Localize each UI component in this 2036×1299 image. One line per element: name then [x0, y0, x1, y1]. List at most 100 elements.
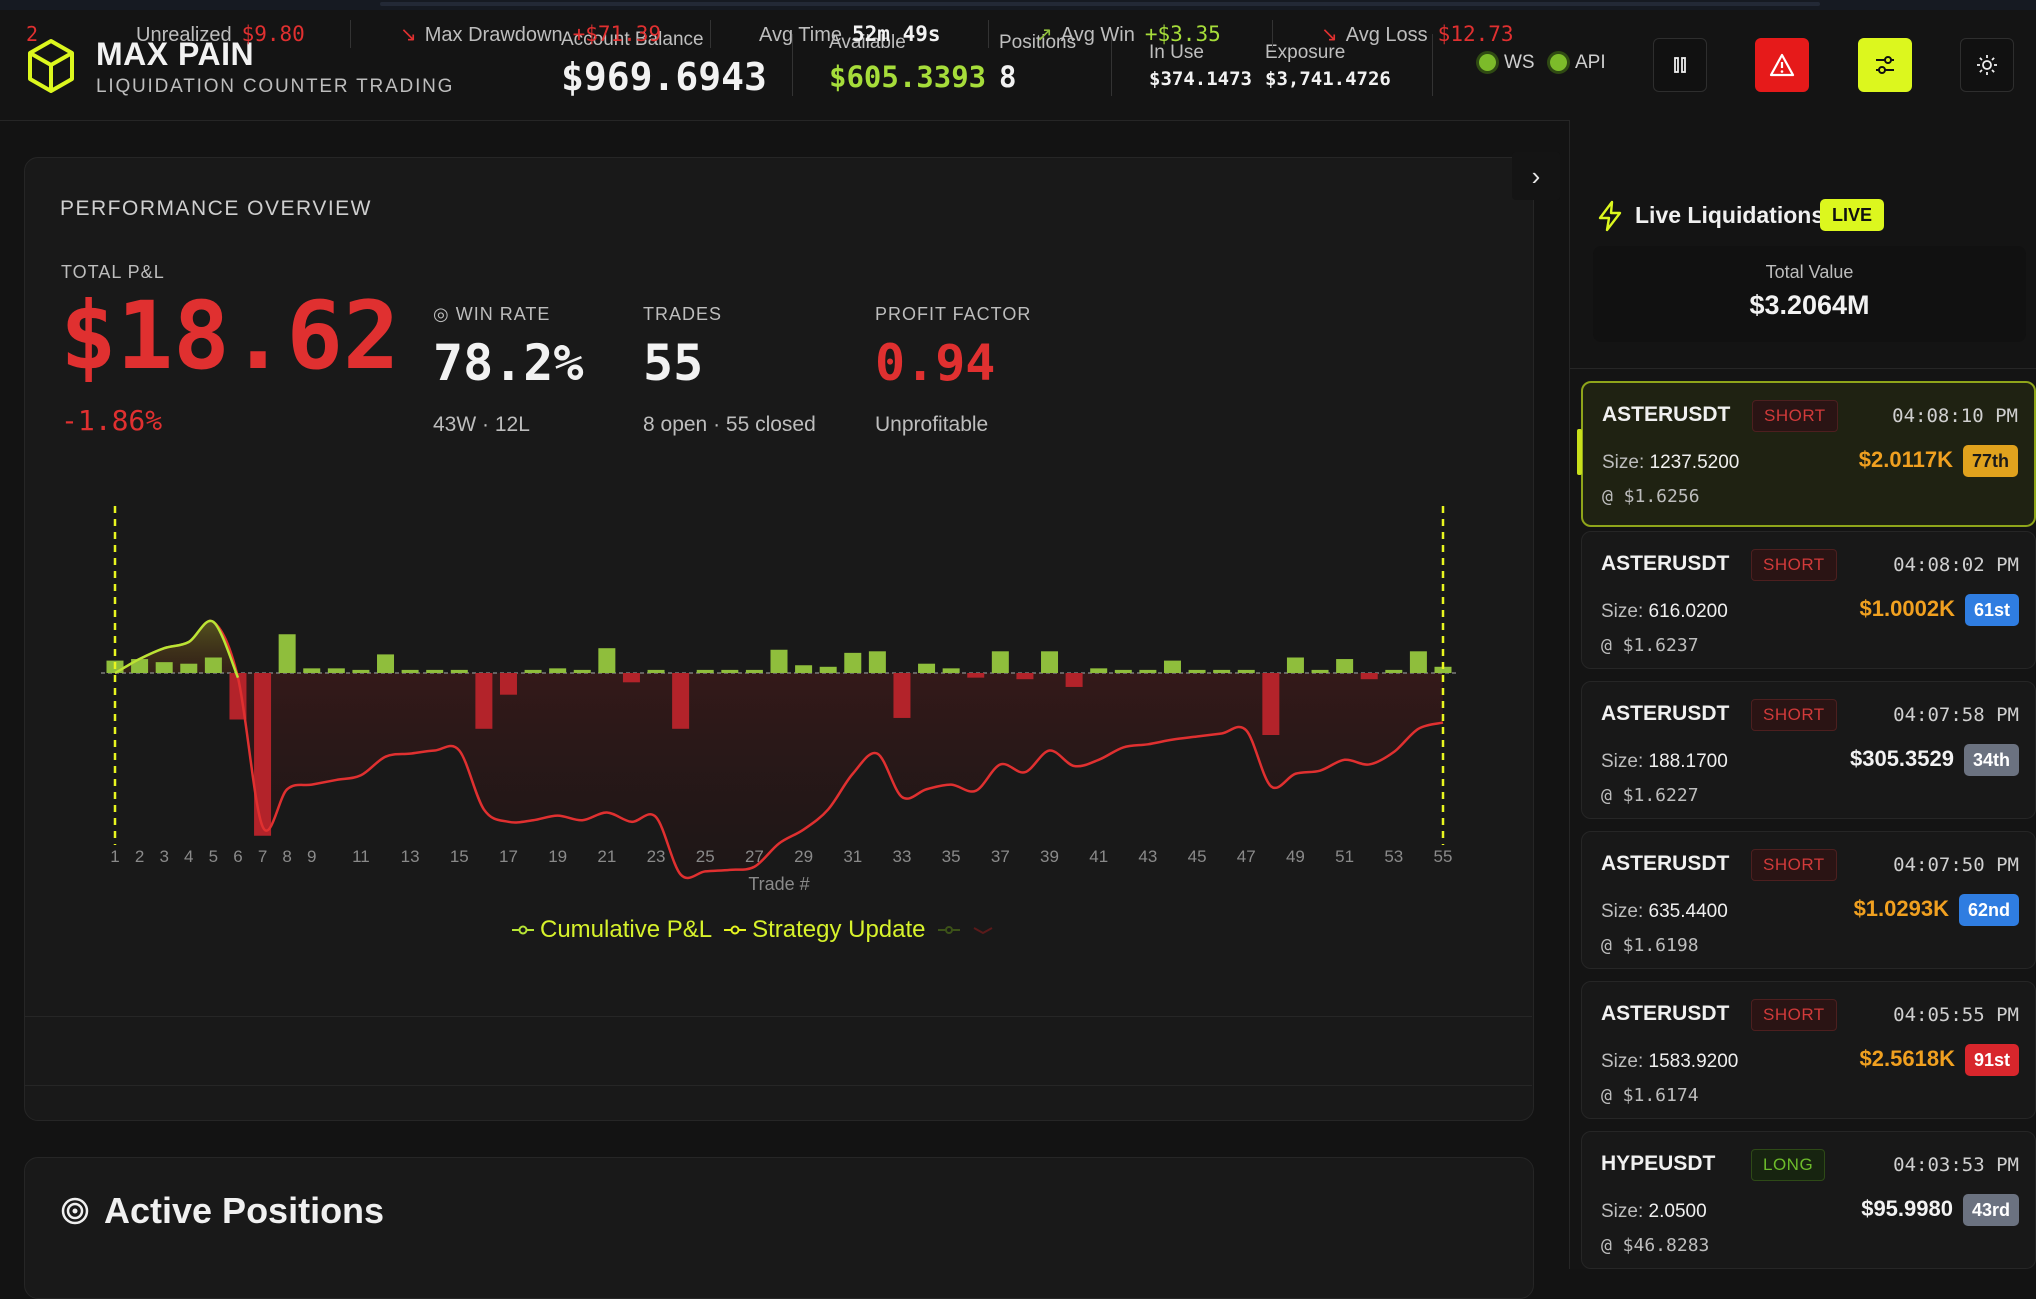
trade-pnl-bar — [524, 669, 542, 673]
trade-pnl-bar — [204, 657, 222, 673]
liq-time: 04:05:55 PM — [1893, 1004, 2019, 1026]
trade-pnl-bar — [549, 668, 567, 673]
stats-separator — [710, 20, 711, 48]
stats-partial-value: 2 — [26, 22, 39, 46]
active-positions-title: Active Positions — [104, 1190, 385, 1231]
liq-size: Size: 1583.9200 — [1601, 1051, 1738, 1073]
ws-status: WS — [1479, 52, 1535, 74]
trade-pnl-bar — [918, 663, 936, 673]
legend-line-marker-icon — [724, 925, 747, 935]
avg-loss-label: Avg Loss — [1345, 24, 1428, 46]
liq-price: @ $1.6198 — [1601, 935, 1699, 956]
x-tick-label: 6 — [233, 847, 242, 866]
stat-unrealized: Unrealized $9.80 — [136, 22, 305, 47]
trade-pnl-bar — [1041, 651, 1059, 673]
x-tick-label: 2 — [135, 847, 144, 866]
liquidation-card[interactable]: ASTERUSDT SHORT 04:07:58 PM Size: 188.1700 @… — [1581, 681, 2036, 819]
liq-size: Size: 188.1700 — [1601, 751, 1728, 773]
stat-avg-win: ↗ Avg Win +$3.35 — [1036, 22, 1221, 47]
emergency-stop-button[interactable] — [1755, 38, 1809, 92]
trade-pnl-bar — [401, 669, 419, 673]
trade-pnl-bar — [721, 669, 739, 673]
x-tick-label: 9 — [307, 847, 316, 866]
exposure-value: $3,741.4726 — [1265, 68, 1391, 90]
x-tick-label: 1 — [110, 847, 119, 866]
avg-win-value: +$3.35 — [1144, 22, 1221, 46]
legend-item-strategy-update[interactable]: Strategy Update — [724, 916, 926, 944]
x-tick-label: 45 — [1188, 847, 1207, 866]
trend-up-icon: ↗ — [1036, 24, 1053, 46]
liq-side-badge: SHORT — [1751, 849, 1837, 881]
liq-price: @ $46.8283 — [1601, 1235, 1710, 1256]
trade-pnl-bar — [180, 663, 198, 673]
avg-time-label: Avg Time — [759, 24, 842, 46]
live-liquidations-title: Live Liquidations — [1635, 202, 1825, 228]
collapse-panel-button[interactable]: › — [1512, 152, 1560, 200]
liq-rank-badge: 77th — [1962, 445, 2018, 477]
liq-size-label: Size: — [1601, 751, 1644, 772]
liq-symbol: ASTERUSDT — [1601, 1002, 1730, 1025]
liq-side-badge: SHORT — [1751, 699, 1837, 731]
theme-toggle-button[interactable] — [1960, 38, 2014, 92]
max-drawdown-label: Max Drawdown — [424, 24, 563, 46]
legend-hidden-green-marker-icon[interactable] — [937, 925, 960, 935]
panel-divider — [1570, 368, 2036, 369]
x-tick-label: 41 — [1089, 847, 1108, 866]
trade-pnl-bar — [155, 662, 173, 673]
sun-icon — [1977, 55, 1997, 75]
in-use: In Use $374.1473 — [1149, 42, 1252, 90]
liq-size-label: Size: — [1601, 1201, 1644, 1222]
pause-icon — [1674, 57, 1686, 73]
trade-pnl-bar — [770, 649, 788, 673]
trade-pnl-bar — [303, 668, 321, 673]
liq-amount: $1.0002K — [1859, 596, 1955, 621]
legend-item-cumulative[interactable]: Cumulative P&L — [512, 916, 712, 944]
liq-size-label: Size: — [1601, 601, 1644, 622]
total-pnl-label: TOTAL P&L — [61, 262, 165, 282]
trade-pnl-bar — [672, 673, 690, 729]
trade-pnl-bar — [745, 669, 763, 673]
x-tick-label: 53 — [1384, 847, 1403, 866]
chevron-right-icon: › — [1531, 160, 1541, 191]
stats-bar — [24, 1016, 1532, 1086]
x-tick-label: 3 — [159, 847, 168, 866]
liquidation-card[interactable]: ASTERUSDT SHORT 04:07:50 PM Size: 635.4400 @… — [1581, 831, 2036, 969]
liquidation-card[interactable]: ASTERUSDT SHORT 04:08:02 PM Size: 616.0200 @… — [1581, 531, 2036, 669]
api-label: API — [1575, 52, 1606, 73]
x-tick-label: 7 — [258, 847, 267, 866]
stats-separator — [988, 20, 989, 48]
trade-pnl-bar — [1237, 669, 1255, 673]
x-tick-label: 29 — [794, 847, 813, 866]
top-progress-strip — [0, 0, 2036, 10]
trade-pnl-bar — [893, 673, 911, 718]
positions-value: 8 — [999, 60, 1017, 94]
trade-pnl-bar — [696, 669, 714, 673]
liq-symbol: ASTERUSDT — [1601, 852, 1730, 875]
pause-button[interactable] — [1653, 38, 1707, 92]
target-icon — [61, 1197, 89, 1225]
trend-down-icon: ↘ — [400, 24, 417, 46]
trade-pnl-bar — [1213, 669, 1231, 673]
x-tick-label: 23 — [647, 847, 666, 866]
in-use-value: $374.1473 — [1149, 68, 1252, 90]
trade-pnl-bar — [622, 673, 640, 683]
liquidation-card[interactable]: ASTERUSDT SHORT 04:05:55 PM Size: 1583.9200… — [1581, 981, 2036, 1119]
x-tick-label: 51 — [1335, 847, 1354, 866]
cube-logo-icon — [28, 39, 74, 93]
liq-rank-badge: 61st — [1964, 594, 2019, 626]
trade-pnl-bar — [942, 668, 960, 673]
liquidation-card[interactable]: HYPEUSDT LONG 04:03:53 PM Size: 2.0500 @ $46… — [1581, 1131, 2036, 1269]
alert-triangle-icon — [1769, 53, 1795, 77]
x-tick-label: 33 — [893, 847, 912, 866]
trade-pnl-bar — [795, 665, 813, 673]
chart-legend: Cumulative P&L Strategy Update — [512, 916, 994, 944]
settings-sliders-button[interactable] — [1858, 38, 1912, 92]
total-pnl-percent: -1.86% — [61, 404, 163, 437]
ws-label: WS — [1504, 52, 1535, 73]
x-tick-label: 43 — [1138, 847, 1157, 866]
trade-pnl-bar — [1286, 657, 1304, 673]
liq-size-value: 1237.5200 — [1649, 452, 1740, 473]
trade-pnl-bar — [1262, 673, 1280, 735]
legend-hidden-red-marker-icon[interactable] — [972, 925, 994, 935]
liquidation-card[interactable]: ASTERUSDT SHORT 04:08:10 PM Size: 1237.5200… — [1577, 381, 2036, 527]
